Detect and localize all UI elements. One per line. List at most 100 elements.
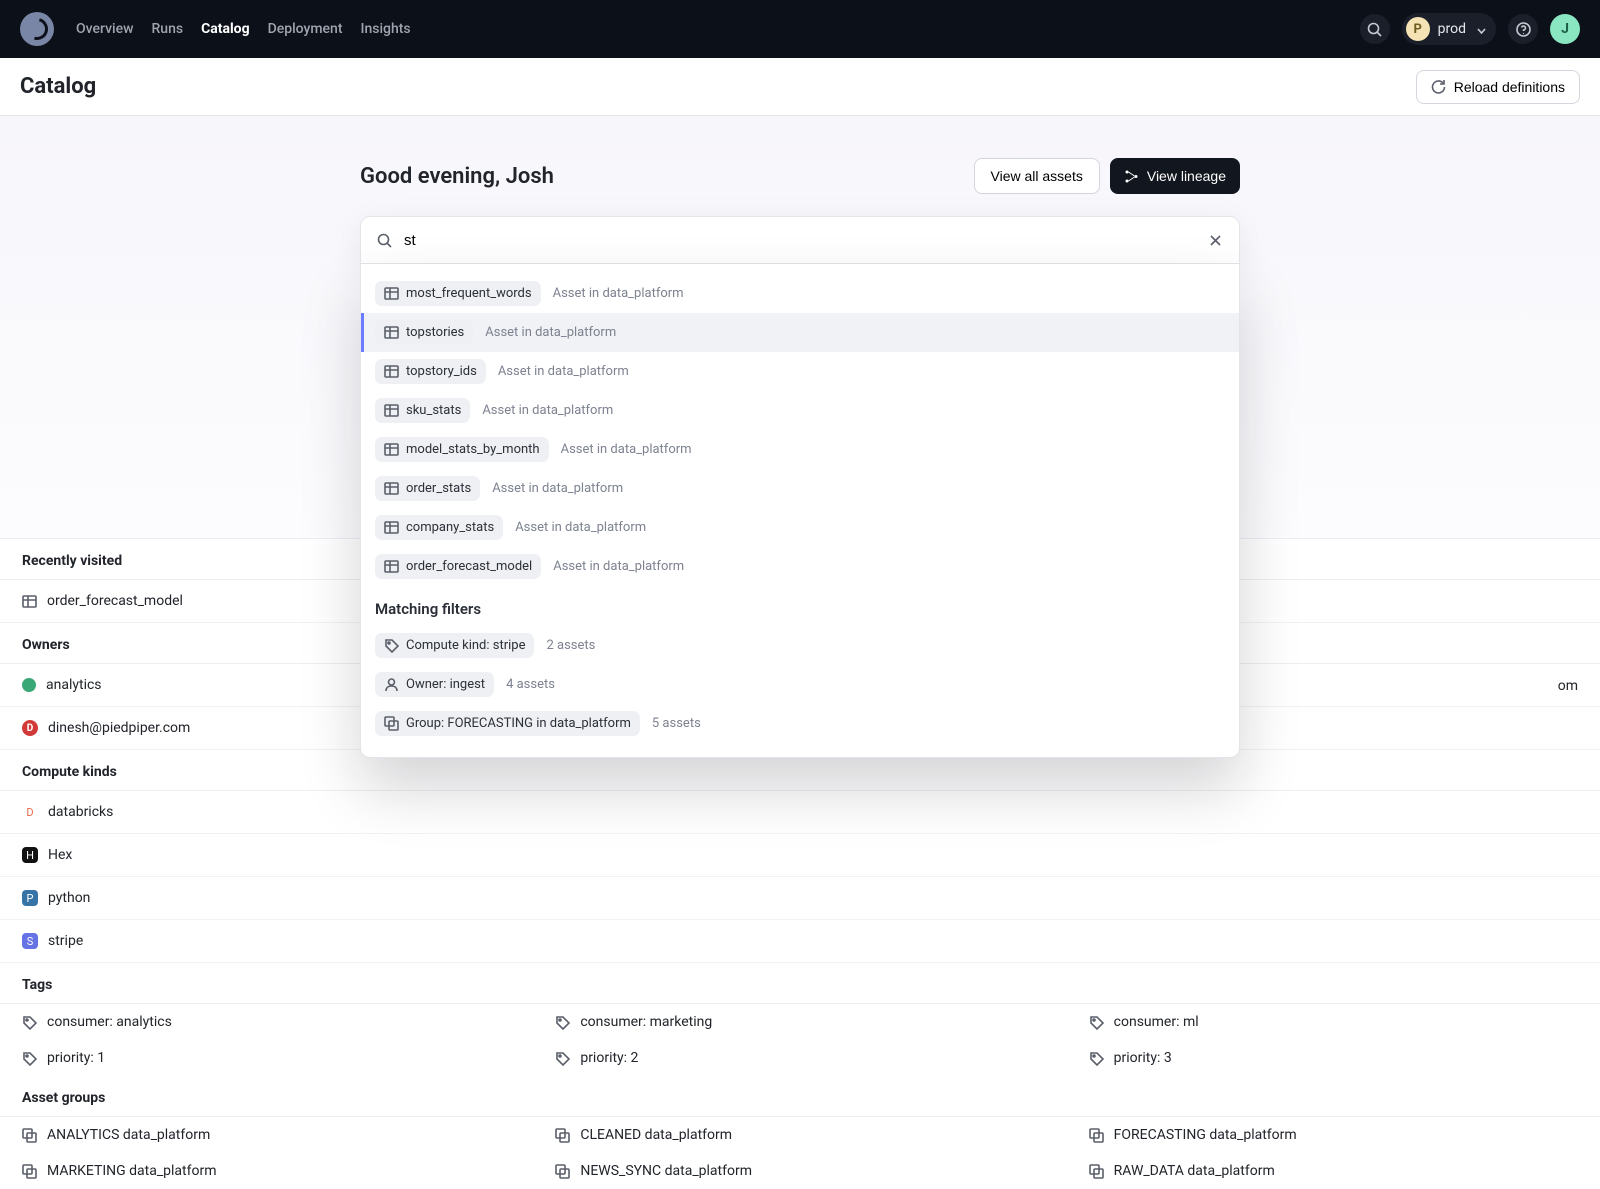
table-icon	[384, 559, 399, 574]
compute-kind-row[interactable]: Sstripe	[0, 920, 1600, 963]
owner-name: dinesh@piedpiper.com	[48, 720, 190, 736]
asset-name: order_forecast_model	[47, 593, 183, 609]
asset-name: most_frequent_words	[406, 286, 532, 301]
tag-row[interactable]: consumer: marketing	[533, 1004, 1066, 1040]
search-result-asset[interactable]: topstories Asset in data_platform	[361, 313, 1239, 352]
owner-icon	[384, 677, 399, 692]
asset-group-row[interactable]: FORECASTING data_platform	[1067, 1117, 1600, 1153]
asset-group-label: RAW_DATA data_platform	[1114, 1163, 1275, 1179]
tag-row[interactable]: consumer: ml	[1067, 1004, 1600, 1040]
tag-label: priority: 3	[1114, 1050, 1172, 1066]
search-dropdown: most_frequent_words Asset in data_platfor…	[360, 264, 1240, 758]
help-icon[interactable]	[1508, 14, 1538, 44]
owner-name: analytics	[46, 677, 102, 693]
tag-row[interactable]: priority: 1	[0, 1040, 533, 1076]
filter-label: Group: FORECASTING in data_platform	[406, 716, 631, 731]
tag-icon	[384, 638, 399, 653]
tag-row[interactable]: priority: 2	[533, 1040, 1066, 1076]
search-result-asset[interactable]: most_frequent_words Asset in data_platfor…	[361, 274, 1239, 313]
tag-icon	[22, 1015, 37, 1030]
search-result-asset[interactable]: order_forecast_modelAsset in data_platfo…	[361, 547, 1239, 586]
asset-meta: Asset in data_platform	[498, 364, 629, 379]
owners-overflow-text: om	[1558, 678, 1578, 694]
asset-group-row[interactable]: RAW_DATA data_platform	[1067, 1153, 1600, 1189]
asset-group-row[interactable]: NEWS_SYNC data_platform	[533, 1153, 1066, 1189]
nav-tab-insights[interactable]: Insights	[361, 21, 411, 37]
app-logo[interactable]	[20, 12, 54, 46]
owner-dot-icon	[22, 678, 36, 692]
clear-search-icon[interactable]	[1208, 233, 1223, 248]
compute-kind-icon: P	[22, 890, 38, 906]
hero-section: Good evening, Josh View all assets View …	[0, 116, 1600, 539]
page-subheader: Catalog Reload definitions	[0, 58, 1600, 116]
search-result-asset[interactable]: topstory_ids Asset in data_platform	[361, 352, 1239, 391]
asset-meta: Asset in data_platform	[553, 286, 684, 301]
asset-name: order_forecast_model	[406, 559, 532, 574]
compute-kind-icon: H	[22, 847, 38, 863]
group-icon	[384, 716, 399, 731]
refresh-icon	[1431, 79, 1446, 94]
compute-kind-row[interactable]: Ddatabricks	[0, 791, 1600, 834]
compute-kind-icon: S	[22, 933, 38, 949]
user-avatar[interactable]: J	[1550, 14, 1580, 44]
tag-icon	[22, 1051, 37, 1066]
search-result-asset[interactable]: order_statsAsset in data_platform	[361, 469, 1239, 508]
tag-icon	[555, 1051, 570, 1066]
asset-meta: Asset in data_platform	[485, 325, 616, 340]
view-lineage-button[interactable]: View lineage	[1110, 158, 1240, 194]
tag-label: consumer: analytics	[47, 1014, 172, 1030]
nav-tabs: Overview Runs Catalog Deployment Insights	[76, 21, 411, 37]
compute-kind-row[interactable]: Ppython	[0, 877, 1600, 920]
asset-name: topstory_ids	[406, 364, 477, 379]
tag-label: consumer: ml	[1114, 1014, 1199, 1030]
filter-meta: 2 assets	[546, 638, 595, 653]
nav-tab-runs[interactable]: Runs	[151, 21, 183, 37]
asset-name: topstories	[406, 325, 464, 340]
search-box	[360, 216, 1240, 264]
asset-name: model_stats_by_month	[406, 442, 540, 457]
asset-group-label: ANALYTICS data_platform	[47, 1127, 210, 1143]
greeting-text: Good evening, Josh	[360, 164, 554, 189]
asset-name: company_stats	[406, 520, 494, 535]
search-icon[interactable]	[1360, 14, 1390, 44]
group-icon	[22, 1128, 37, 1143]
deployment-avatar: P	[1406, 17, 1430, 41]
group-icon	[555, 1164, 570, 1179]
tag-label: priority: 2	[580, 1050, 638, 1066]
deployment-selector[interactable]: P prod	[1402, 13, 1496, 45]
view-all-assets-button[interactable]: View all assets	[974, 158, 1100, 194]
asset-meta: Asset in data_platform	[561, 442, 692, 457]
chevron-down-icon	[1474, 23, 1486, 35]
table-icon	[384, 481, 399, 496]
search-input[interactable]	[404, 232, 1196, 249]
search-result-asset[interactable]: sku_statsAsset in data_platform	[361, 391, 1239, 430]
group-icon	[555, 1128, 570, 1143]
tag-row[interactable]: consumer: analytics	[0, 1004, 533, 1040]
search-result-asset[interactable]: company_stats Asset in data_platform	[361, 508, 1239, 547]
asset-group-row[interactable]: MARKETING data_platform	[0, 1153, 533, 1189]
asset-meta: Asset in data_platform	[515, 520, 646, 535]
search-icon	[377, 233, 392, 248]
asset-group-row[interactable]: ANALYTICS data_platform	[0, 1117, 533, 1153]
search-result-filter[interactable]: Owner: ingest4 assets	[361, 665, 1239, 704]
table-icon	[384, 364, 399, 379]
compute-kind-row[interactable]: HHex	[0, 834, 1600, 877]
asset-group-label: FORECASTING data_platform	[1114, 1127, 1297, 1143]
tag-row[interactable]: priority: 3	[1067, 1040, 1600, 1076]
reload-definitions-button[interactable]: Reload definitions	[1416, 70, 1580, 104]
filter-label: Owner: ingest	[406, 677, 485, 692]
asset-groups-heading: Asset groups	[0, 1076, 1600, 1117]
asset-group-row[interactable]: CLEANED data_platform	[533, 1117, 1066, 1153]
asset-group-label: CLEANED data_platform	[580, 1127, 732, 1143]
filter-label: Compute kind: stripe	[406, 638, 525, 653]
nav-tab-deployment[interactable]: Deployment	[268, 21, 343, 37]
search-result-asset[interactable]: model_stats_by_month Asset in data_platfo…	[361, 430, 1239, 469]
matching-filters-heading: Matching filters	[361, 586, 1239, 626]
search-result-filter[interactable]: Group: FORECASTING in data_platform5 ass…	[361, 704, 1239, 743]
compute-kind-name: stripe	[48, 933, 83, 949]
search-result-filter[interactable]: Compute kind: stripe 2 assets	[361, 626, 1239, 665]
group-icon	[1089, 1164, 1104, 1179]
nav-tab-catalog[interactable]: Catalog	[201, 21, 250, 37]
nav-tab-overview[interactable]: Overview	[76, 21, 133, 37]
asset-meta: Asset in data_platform	[492, 481, 623, 496]
